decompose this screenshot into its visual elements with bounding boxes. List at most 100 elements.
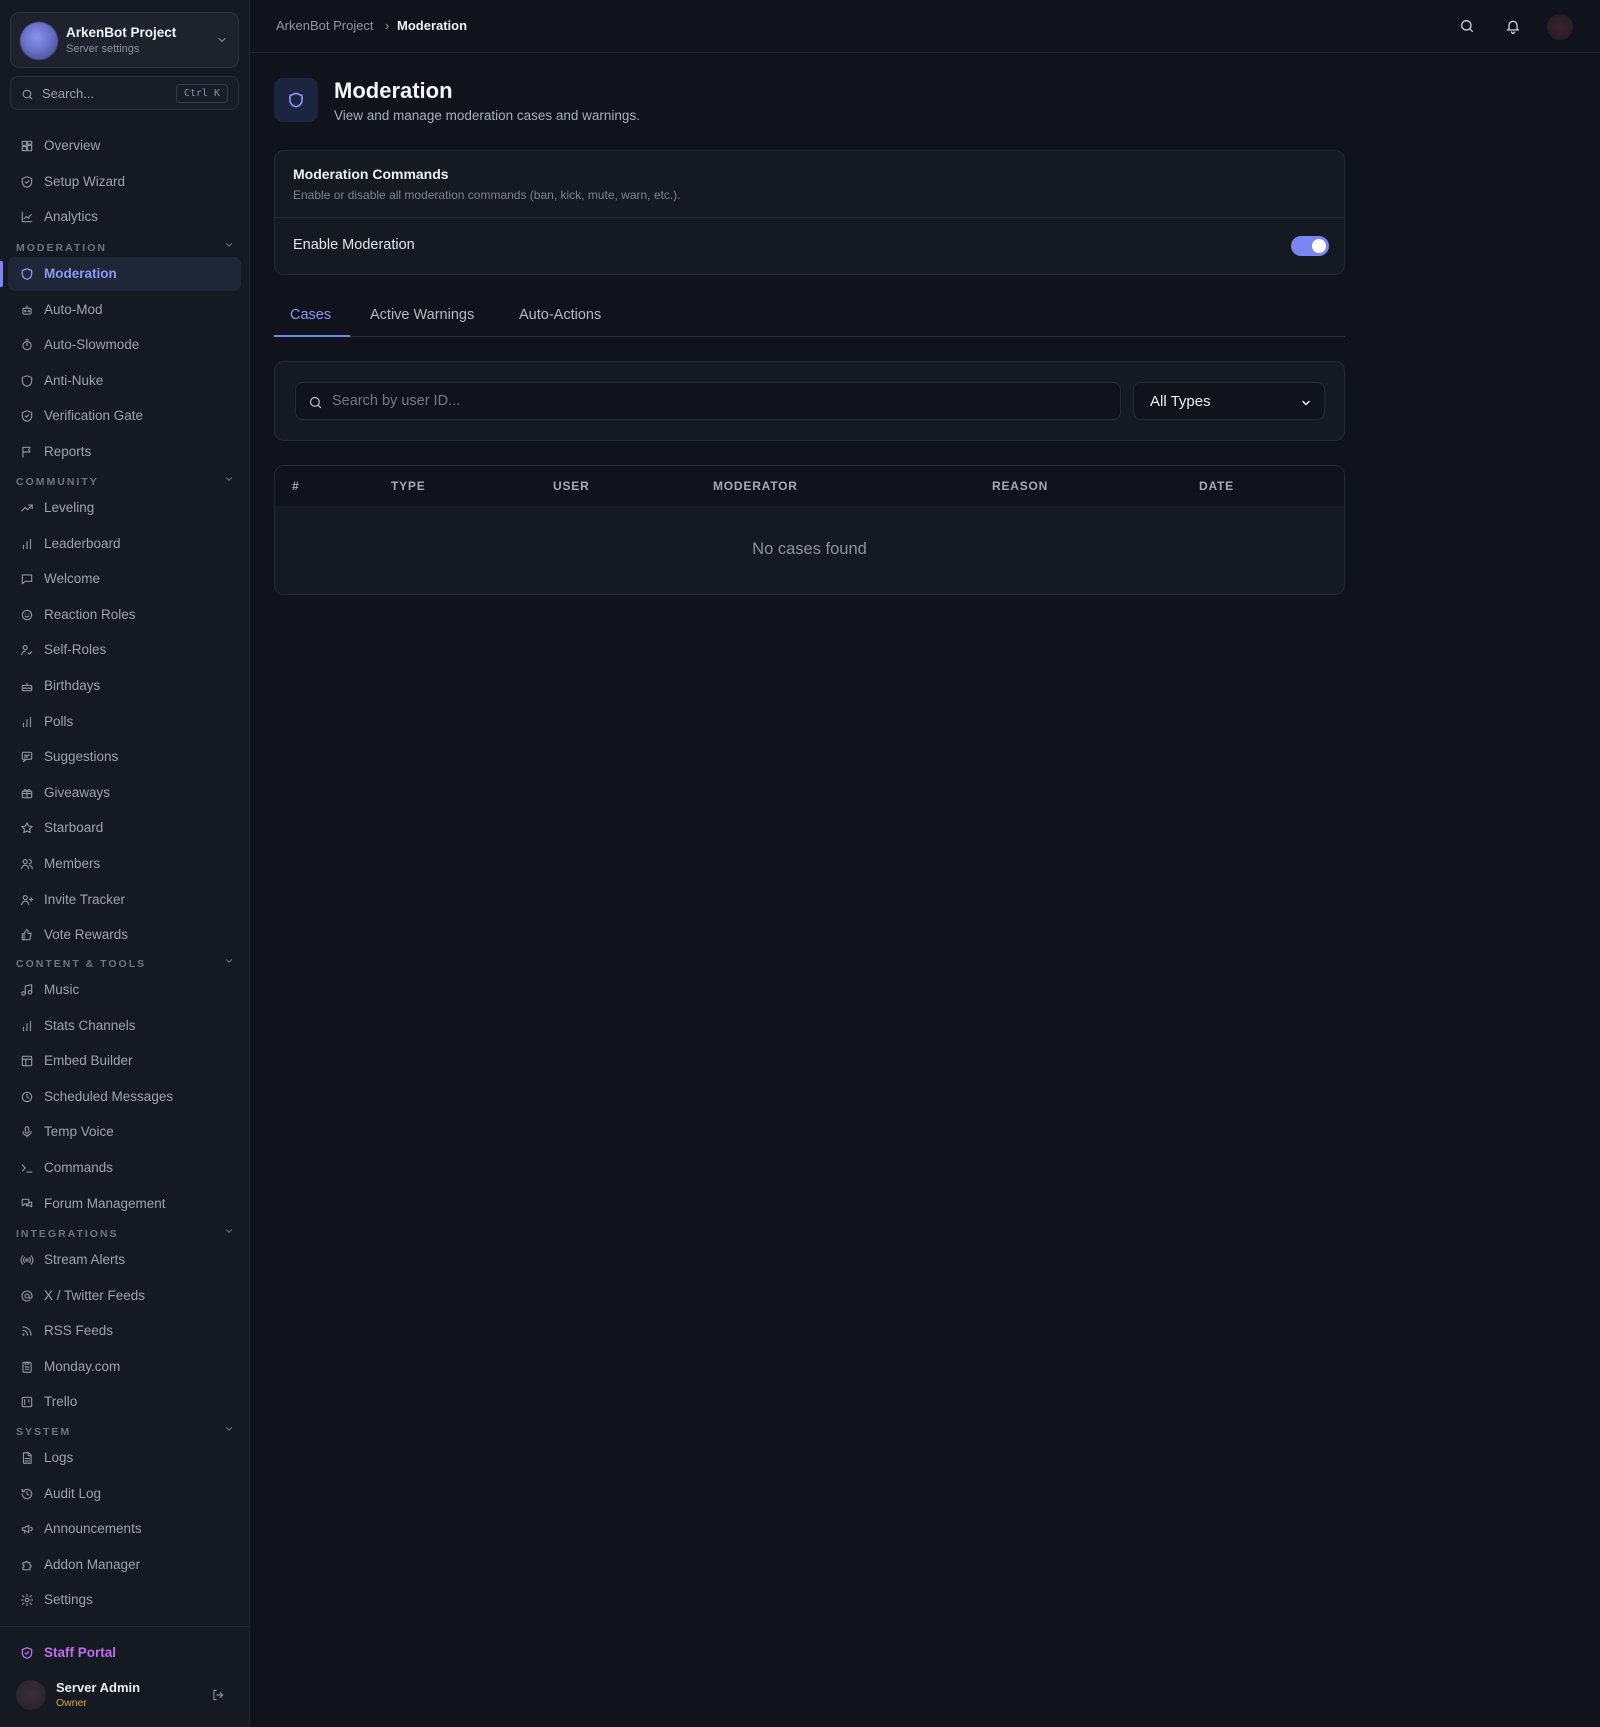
cases-table: # TYPE USER MODERATOR REASON DATE No cas… [274, 465, 1345, 595]
server-subtitle: Server settings [66, 43, 140, 55]
sidebar-item-auto-slowmode[interactable]: Auto-Slowmode [8, 328, 241, 362]
staff-portal-link[interactable]: Staff Portal [8, 1636, 241, 1670]
sidebar-item-moderation[interactable]: Moderation [8, 257, 241, 291]
sidebar-item-commands[interactable]: Commands [8, 1151, 241, 1185]
sidebar-item-temp-voice[interactable]: Temp Voice [8, 1115, 241, 1149]
sidebar-item-setup-wizard[interactable]: Setup Wizard [8, 165, 241, 199]
sidebar-item-music[interactable]: Music [8, 973, 241, 1007]
sidebar-item-label: Polls [44, 713, 74, 729]
logout-icon[interactable] [211, 1688, 225, 1702]
sidebar-item-members[interactable]: Members [8, 847, 241, 881]
sidebar-item-leveling[interactable]: Leveling [8, 491, 241, 525]
sidebar-item-trello[interactable]: Trello [8, 1385, 241, 1419]
sidebar-item-settings[interactable]: Settings [8, 1583, 241, 1617]
layout-icon [20, 1054, 34, 1068]
sidebar-item-addon-manager[interactable]: Addon Manager [8, 1548, 241, 1582]
grid-icon [20, 139, 34, 153]
flag-icon [20, 445, 34, 459]
user-menu-avatar[interactable] [1547, 14, 1573, 40]
keyboard-shortcut: Ctrl K [175, 84, 228, 103]
sidebar-item-vote-rewards[interactable]: Vote Rewards [8, 918, 241, 952]
sidebar-item-invite-tracker[interactable]: Invite Tracker [8, 883, 241, 917]
tab-auto-actions[interactable]: Auto-Actions [519, 307, 601, 337]
sidebar-item-label: Embed Builder [44, 1053, 133, 1069]
user-avatar [16, 1680, 46, 1710]
cake-icon [20, 679, 34, 693]
sidebar-item-giveaways[interactable]: Giveaways [8, 776, 241, 810]
active-indicator [0, 261, 3, 287]
sidebar-item-overview[interactable]: Overview [8, 129, 241, 163]
section-header-moderation[interactable]: MODERATION [16, 238, 238, 254]
column-reason: REASON [992, 479, 1049, 493]
user-search-input[interactable] [332, 383, 1112, 419]
sidebar-item-anti-nuke[interactable]: Anti-Nuke [8, 364, 241, 398]
sidebar-item-logs[interactable]: Logs [8, 1441, 241, 1475]
sidebar-item-stream-alerts[interactable]: Stream Alerts [8, 1243, 241, 1277]
search-icon[interactable] [1459, 18, 1475, 34]
robot-icon [20, 303, 34, 317]
gear-icon [20, 1593, 34, 1607]
sidebar-item-analytics[interactable]: Analytics [8, 200, 241, 234]
sidebar-item-polls[interactable]: Polls [8, 705, 241, 739]
timer-icon [20, 338, 34, 352]
column-number: # [292, 479, 300, 493]
sidebar-search[interactable]: Search... Ctrl K [10, 76, 239, 110]
sidebar-item-welcome[interactable]: Welcome [8, 562, 241, 596]
sidebar-item-self-roles[interactable]: Self-Roles [8, 633, 241, 667]
sidebar-item-label: X / Twitter Feeds [44, 1287, 146, 1303]
enable-moderation-toggle[interactable] [1291, 236, 1329, 256]
section-header-system[interactable]: SYSTEM [16, 1422, 238, 1438]
sidebar-item-birthdays[interactable]: Birthdays [8, 669, 241, 703]
sidebar-item-label: Reports [44, 444, 92, 459]
sidebar-item-reaction-roles[interactable]: Reaction Roles [8, 598, 241, 632]
messages-icon [20, 1197, 34, 1211]
trending-up-icon [20, 501, 34, 515]
moderation-tabs: Cases Active Warnings Auto-Actions [274, 300, 1345, 337]
sidebar-item-label: Commands [44, 1160, 114, 1175]
sidebar-item-stats-channels[interactable]: Stats Channels [8, 1009, 241, 1043]
sidebar-item-rss-feeds[interactable]: RSS Feeds [8, 1314, 241, 1348]
sidebar-item-auto-mod[interactable]: Auto-Mod [8, 293, 241, 327]
sidebar-item-leaderboard[interactable]: Leaderboard [8, 527, 241, 561]
sidebar-item-monday-com[interactable]: Monday.com [8, 1350, 241, 1384]
sidebar-item-label: Music [44, 982, 80, 997]
type-filter-select[interactable]: All Types [1133, 382, 1325, 420]
section-header-community[interactable]: COMMUNITY [16, 472, 238, 488]
sidebar-item-announcements[interactable]: Announcements [8, 1512, 241, 1546]
section-header-integrations[interactable]: INTEGRATIONS [16, 1224, 238, 1240]
column-date: DATE [1199, 479, 1234, 493]
sidebar-item-reports[interactable]: Reports [8, 435, 241, 469]
section-title: COMMUNITY [16, 476, 99, 488]
bar-chart-icon [20, 537, 34, 551]
sidebar-item-label: Analytics [44, 209, 99, 224]
search-icon [21, 88, 34, 101]
sidebar-item-scheduled-messages[interactable]: Scheduled Messages [8, 1080, 241, 1114]
bell-icon[interactable] [1505, 18, 1521, 34]
sidebar-item-label: Invite Tracker [44, 891, 126, 907]
tab-cases[interactable]: Cases [290, 307, 331, 337]
column-moderator: MODERATOR [713, 479, 798, 493]
sidebar-item-label: Verification Gate [44, 408, 144, 424]
tab-active-warnings[interactable]: Active Warnings [370, 307, 474, 337]
empty-state: No cases found [752, 540, 867, 558]
breadcrumb-parent[interactable]: ArkenBot Project [276, 18, 374, 33]
sidebar-item-label: Monday.com [44, 1358, 121, 1374]
clock-icon [20, 1090, 34, 1104]
server-name: ArkenBot Project [66, 25, 177, 40]
sidebar-item-audit-log[interactable]: Audit Log [8, 1477, 241, 1511]
shield-check-icon [20, 409, 34, 423]
sidebar-item-starboard[interactable]: Starboard [8, 811, 241, 845]
user-check-icon [20, 643, 34, 657]
sidebar-item-suggestions[interactable]: Suggestions [8, 740, 241, 774]
server-switcher[interactable]: ArkenBot Project Server settings [10, 12, 239, 68]
sidebar-item-embed-builder[interactable]: Embed Builder [8, 1044, 241, 1078]
user-role: Owner [56, 1697, 87, 1709]
section-header-content[interactable]: CONTENT & TOOLS [16, 954, 238, 970]
sidebar-item-label: Leaderboard [44, 535, 121, 551]
sidebar-item-verification-gate[interactable]: Verification Gate [8, 399, 241, 433]
sidebar-item-x-twitter-feeds[interactable]: X / Twitter Feeds [8, 1279, 241, 1313]
sidebar-item-label: Suggestions [44, 749, 119, 765]
sidebar-item-forum-management[interactable]: Forum Management [8, 1187, 241, 1221]
user-search-field[interactable] [295, 382, 1121, 420]
breadcrumb-separator: › [385, 18, 390, 33]
